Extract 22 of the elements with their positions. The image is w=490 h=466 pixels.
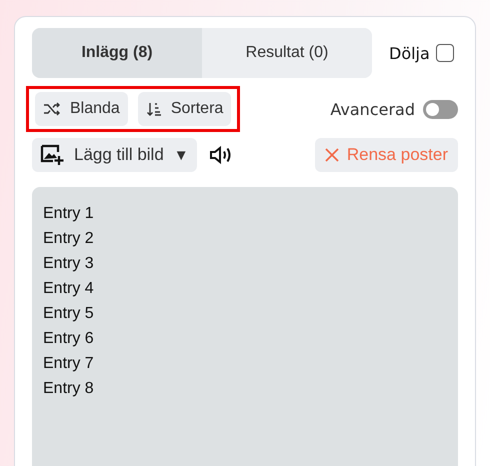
entry-line: Entry 5 — [43, 304, 94, 324]
sort-button[interactable]: Sortera — [138, 92, 232, 126]
entry-line: Entry 1 — [43, 204, 94, 224]
entry-line: Entry 7 — [43, 354, 94, 374]
advanced-toggle[interactable] — [423, 100, 458, 118]
close-icon — [324, 148, 339, 162]
speaker-icon[interactable] — [208, 145, 233, 165]
entry-line: Entry 4 — [43, 279, 94, 299]
sort-icon — [146, 102, 162, 116]
add-image-button[interactable]: Lägg till bild ▼ — [32, 138, 197, 172]
shuffle-button[interactable]: Blanda — [35, 92, 128, 126]
add-image-icon — [40, 144, 64, 166]
entries-field[interactable]: Entry 1 Entry 2 Entry 3 Entry 4 Entry 5 Entry 6 Entry 7 Entry 8 — [32, 187, 458, 466]
hide-checkbox[interactable] — [436, 44, 454, 62]
advanced-label: Avancerad — [330, 100, 415, 118]
entry-line: Entry 6 — [43, 329, 94, 349]
entry-line: Entry 3 — [43, 254, 94, 274]
hide-label: Dölja — [389, 44, 430, 62]
entry-line: Entry 8 — [43, 379, 94, 399]
tab[interactable]: Inlägg (8) — [32, 28, 202, 78]
shuffle-icon — [43, 102, 61, 116]
entry-line: Entry 2 — [43, 229, 94, 249]
